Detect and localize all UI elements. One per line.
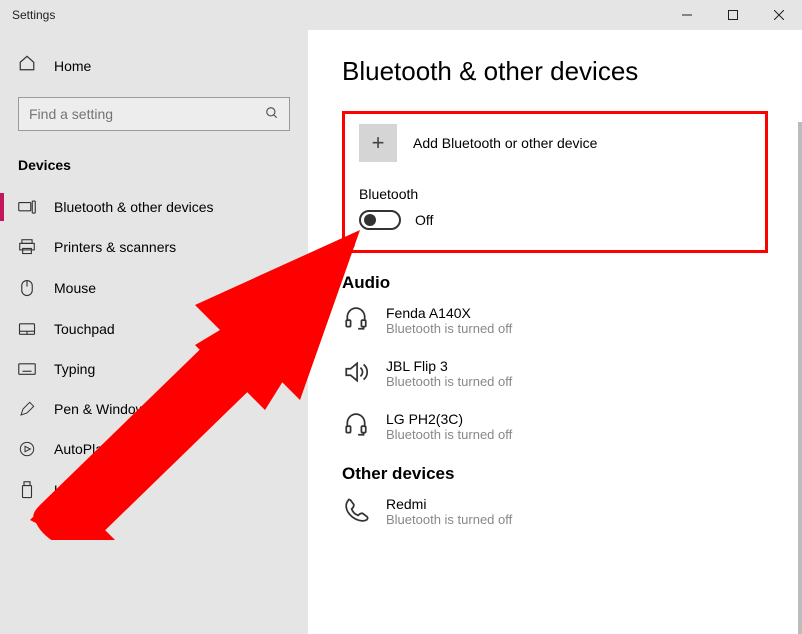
nav-usb[interactable]: USB: [0, 469, 308, 511]
printer-icon: [18, 239, 36, 255]
touchpad-icon: [18, 322, 36, 336]
search-input[interactable]: [29, 106, 265, 122]
nav-printers[interactable]: Printers & scanners: [0, 227, 308, 267]
bluetooth-toggle[interactable]: [359, 210, 401, 230]
usb-icon: [18, 481, 36, 499]
annotation-box: + Add Bluetooth or other device Bluetoot…: [342, 111, 768, 253]
other-heading: Other devices: [342, 464, 768, 484]
device-row[interactable]: LG PH2(3C) Bluetooth is turned off: [342, 411, 768, 442]
section-title: Devices: [0, 149, 308, 187]
nav-bluetooth[interactable]: Bluetooth & other devices: [0, 187, 308, 227]
search-box[interactable]: [18, 97, 290, 131]
nav-label: USB: [54, 482, 83, 498]
page-heading: Bluetooth & other devices: [342, 56, 768, 87]
phone-icon: [342, 496, 370, 524]
autoplay-icon: [18, 441, 36, 457]
device-status: Bluetooth is turned off: [386, 512, 512, 527]
audio-heading: Audio: [342, 273, 768, 293]
pen-icon: [18, 401, 36, 417]
nav-label: Touchpad: [54, 321, 115, 337]
device-status: Bluetooth is turned off: [386, 374, 512, 389]
main-panel: Bluetooth & other devices + Add Bluetoot…: [308, 30, 802, 634]
device-name: LG PH2(3C): [386, 411, 512, 427]
device-status: Bluetooth is turned off: [386, 427, 512, 442]
add-device-label: Add Bluetooth or other device: [413, 135, 597, 151]
device-row[interactable]: Redmi Bluetooth is turned off: [342, 496, 768, 527]
titlebar: Settings: [0, 0, 802, 30]
device-name: JBL Flip 3: [386, 358, 512, 374]
home-nav[interactable]: Home: [0, 44, 308, 87]
devices-icon: [18, 200, 36, 214]
nav-touchpad[interactable]: Touchpad: [0, 309, 308, 349]
search-icon: [265, 106, 279, 123]
home-icon: [18, 54, 36, 77]
nav-label: AutoPlay: [54, 441, 110, 457]
nav-label: Typing: [54, 361, 95, 377]
close-button[interactable]: [756, 0, 802, 30]
keyboard-icon: [18, 363, 36, 375]
toggle-state: Off: [415, 212, 433, 228]
nav-label: Printers & scanners: [54, 239, 176, 255]
device-status: Bluetooth is turned off: [386, 321, 512, 336]
scrollbar[interactable]: [798, 122, 802, 634]
nav-label: Bluetooth & other devices: [54, 199, 214, 215]
headset-icon: [342, 411, 370, 439]
device-name: Fenda A140X: [386, 305, 512, 321]
device-row[interactable]: JBL Flip 3 Bluetooth is turned off: [342, 358, 768, 389]
maximize-button[interactable]: [710, 0, 756, 30]
device-name: Redmi: [386, 496, 512, 512]
mouse-icon: [18, 279, 36, 297]
minimize-button[interactable]: [664, 0, 710, 30]
plus-icon: +: [359, 124, 397, 162]
window-title: Settings: [12, 8, 664, 22]
bluetooth-label: Bluetooth: [359, 186, 751, 202]
nav-label: Mouse: [54, 280, 96, 296]
home-label: Home: [54, 58, 91, 74]
nav-pen[interactable]: Pen & Windows Ink: [0, 389, 308, 429]
add-device-row[interactable]: + Add Bluetooth or other device: [359, 124, 751, 162]
nav-mouse[interactable]: Mouse: [0, 267, 308, 309]
nav-typing[interactable]: Typing: [0, 349, 308, 389]
headset-icon: [342, 305, 370, 333]
device-row[interactable]: Fenda A140X Bluetooth is turned off: [342, 305, 768, 336]
speaker-icon: [342, 358, 370, 386]
nav-autoplay[interactable]: AutoPlay: [0, 429, 308, 469]
sidebar: Home Devices Bluetooth & other devices P…: [0, 30, 308, 634]
nav-label: Pen & Windows Ink: [54, 401, 175, 417]
